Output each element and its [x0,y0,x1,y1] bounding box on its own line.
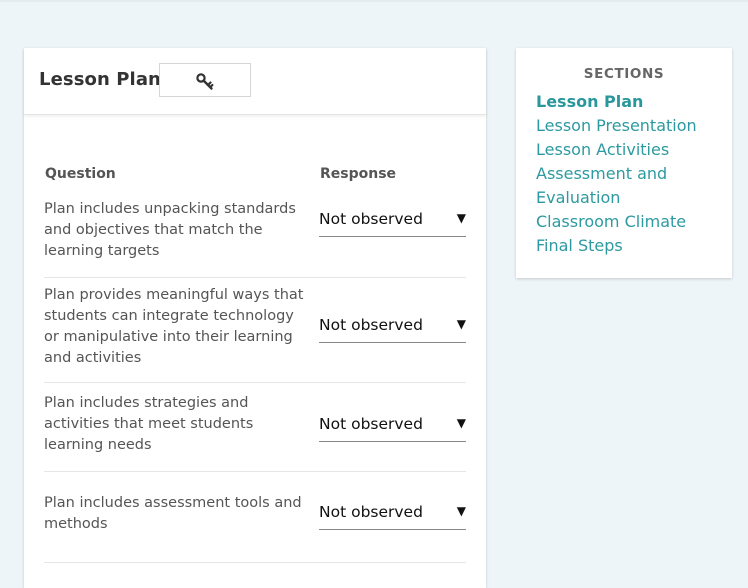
question-column-header: Question [45,166,116,182]
dropdown-arrow-icon: ▼ [456,416,466,430]
section-link-final-steps[interactable]: Final Steps [536,234,726,258]
question-row: Plan includes assessment tools and metho… [44,471,466,563]
key-icon [196,73,214,90]
question-text: Plan includes unpacking standards and ob… [44,201,296,259]
response-select[interactable]: Not observed ▼ [319,206,466,237]
response-column-header: Response [320,166,397,182]
sections-title: SECTIONS [583,66,665,82]
card-header: Lesson Plan [24,48,486,115]
section-link-classroom-climate[interactable]: Classroom Climate [536,210,726,234]
top-divider [0,0,748,2]
question-text: Plan includes assessment tools and metho… [44,495,302,532]
response-value: Not observed [319,316,423,334]
response-select[interactable]: Not observed ▼ [319,499,466,530]
response-value: Not observed [319,210,423,228]
response-value: Not observed [319,503,423,521]
question-row: Plan includes strategies and activities … [44,382,466,472]
section-link-lesson-plan[interactable]: Lesson Plan [536,90,726,114]
question-text: Plan includes strategies and activities … [44,395,254,453]
section-link-lesson-presentation[interactable]: Lesson Presentation [536,114,726,138]
lesson-plan-card: Lesson Plan Question Response Plan inclu… [24,48,486,588]
response-value: Not observed [319,415,423,433]
response-select[interactable]: Not observed ▼ [319,312,466,343]
page-title: Lesson Plan [39,69,161,90]
question-row: Plan includes unpacking standards and ob… [44,196,466,278]
sections-list: Lesson Plan Lesson Presentation Lesson A… [536,90,726,258]
question-text: Plan provides meaningful ways that stude… [44,287,304,366]
dropdown-arrow-icon: ▼ [456,211,466,225]
response-select[interactable]: Not observed ▼ [319,411,466,442]
section-link-lesson-activities[interactable]: Lesson Activities [536,138,726,162]
section-link-assessment-and-evaluation[interactable]: Assessment and Evaluation [536,162,726,210]
dropdown-arrow-icon: ▼ [456,317,466,331]
key-button[interactable] [159,63,251,97]
dropdown-arrow-icon: ▼ [456,504,466,518]
question-row: Plan provides meaningful ways that stude… [44,277,466,383]
sections-card: SECTIONS Lesson Plan Lesson Presentation… [516,48,732,278]
